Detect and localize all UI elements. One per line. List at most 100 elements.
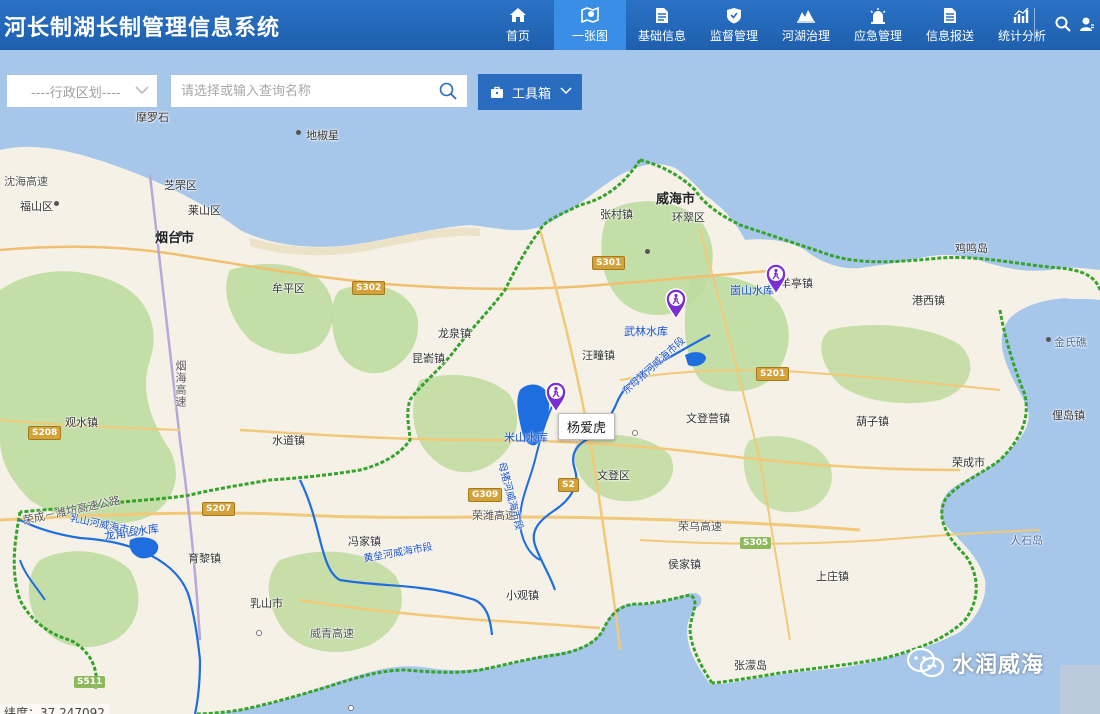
nav-supervision[interactable]: 监督管理 xyxy=(698,0,770,50)
place-dot xyxy=(178,231,183,236)
nav-info-report[interactable]: 信息报送 xyxy=(914,0,986,50)
place-label: 侯家镇 xyxy=(668,558,701,571)
user-icon xyxy=(1080,17,1094,31)
place-label: 文登区 xyxy=(597,469,630,482)
place-dot xyxy=(348,705,354,711)
road-shield: S201 xyxy=(756,367,790,381)
search-icon[interactable] xyxy=(439,82,457,104)
place-label: 张濛岛 xyxy=(734,659,767,672)
report-icon xyxy=(940,6,960,24)
home-icon xyxy=(508,6,528,24)
main-nav: 首页 一张图 基础信息 监督管理 河湖治理 应急管理 信息报送 统计分析 xyxy=(482,0,1058,50)
nav-label: 应急管理 xyxy=(853,29,902,43)
nav-label: 河湖治理 xyxy=(781,29,830,43)
highway-label: 威青高速 xyxy=(310,627,354,640)
location-pin-icon xyxy=(665,288,687,320)
place-label: 人石岛 xyxy=(1010,534,1043,547)
shield-icon xyxy=(724,6,744,24)
place-label: 鸡鸣岛 xyxy=(955,242,988,255)
location-pin-icon xyxy=(545,381,567,413)
place-dot xyxy=(54,201,59,206)
search-box xyxy=(170,74,468,108)
place-dot xyxy=(632,430,638,436)
place-label: 芝罘区 xyxy=(164,179,197,192)
road-shield: S511 xyxy=(74,676,106,688)
road-shield: G309 xyxy=(468,488,503,502)
road-shield: S301 xyxy=(592,256,626,270)
nav-river-governance[interactable]: 河湖治理 xyxy=(770,0,842,50)
place-label: 摩罗石 xyxy=(136,111,169,124)
toolbox-button[interactable]: 工具箱 xyxy=(478,74,582,110)
nav-label: 首页 xyxy=(505,29,530,43)
app-header: 河长制湖长制管理信息系统 首页 一张图 基础信息 监督管理 河湖治理 应急管理 … xyxy=(0,0,1100,50)
header-search-button[interactable] xyxy=(1052,13,1074,35)
place-label: 牟平区 xyxy=(272,282,305,295)
highway-label: 沈海高速 xyxy=(4,175,48,188)
nav-label: 统计分析 xyxy=(997,29,1046,43)
river-chief-marker[interactable] xyxy=(764,263,788,295)
road-shield: S208 xyxy=(28,426,62,440)
nav-label: 监督管理 xyxy=(709,29,758,43)
place-label: 金氏礁 xyxy=(1054,336,1087,349)
place-label: 俚岛镇 xyxy=(1052,409,1085,422)
nav-emergency[interactable]: 应急管理 xyxy=(842,0,914,50)
search-icon xyxy=(1055,16,1071,32)
place-label: 乳山市 xyxy=(250,597,283,610)
city-label: 威海市 xyxy=(656,192,696,207)
place-label: 观水镇 xyxy=(65,416,98,429)
place-dot xyxy=(1046,337,1051,342)
place-label: 水道镇 xyxy=(272,434,305,447)
wechat-icon xyxy=(906,647,945,678)
highway-label: 荣乌高速 xyxy=(678,520,722,533)
map-canvas[interactable]: 摩罗石 地椒星 沈海高速 芝罘区 福山区 莱山区 烟台市 牟平区 龙泉镇 昆嵛镇… xyxy=(0,50,1100,714)
search-input[interactable] xyxy=(181,76,431,106)
river-chief-marker[interactable] xyxy=(664,288,688,320)
place-label: 地椒星 xyxy=(306,129,339,142)
document-icon xyxy=(652,6,672,24)
road-shield: S207 xyxy=(202,502,236,516)
header-user-button[interactable] xyxy=(1076,13,1098,35)
marker-tooltip: 杨爱虎 xyxy=(558,413,616,440)
highway-label: 烟海高速 xyxy=(174,360,187,408)
place-dot xyxy=(296,130,301,135)
place-label: 莱山区 xyxy=(188,204,221,217)
chevron-down-icon xyxy=(560,87,572,95)
place-dot xyxy=(256,630,262,636)
river-chief-marker[interactable] xyxy=(544,381,568,413)
place-label: 小观镇 xyxy=(506,589,539,602)
nav-map[interactable]: 一张图 xyxy=(554,0,626,50)
place-label: 文登营镇 xyxy=(686,412,730,425)
city-label: 烟台市 xyxy=(155,231,195,246)
nav-label: 一张图 xyxy=(571,29,608,43)
place-label: 环翠区 xyxy=(672,211,705,224)
place-label: 荣成市 xyxy=(952,456,985,469)
place-label: 葫子镇 xyxy=(856,415,889,428)
river-icon xyxy=(796,6,816,24)
nav-label: 基础信息 xyxy=(637,29,686,43)
alarm-light-icon xyxy=(868,6,888,24)
watermark: 水润威海 xyxy=(906,646,1044,680)
watermark-text: 水润威海 xyxy=(952,653,1045,678)
road-shield: S305 xyxy=(740,537,772,549)
district-select[interactable]: ----行政区划---- xyxy=(6,74,158,108)
nav-label: 信息报送 xyxy=(925,29,974,43)
district-select-value: ----行政区划---- xyxy=(31,85,121,101)
road-shield: S302 xyxy=(352,281,386,295)
map-pin-icon xyxy=(580,6,600,24)
place-label: 汪疃镇 xyxy=(582,349,615,362)
coordinate-readout: 纬度：37.247092 xyxy=(0,704,109,714)
toolbox-label: 工具箱 xyxy=(512,86,552,102)
place-label: 育黎镇 xyxy=(188,552,221,565)
location-pin-icon xyxy=(765,263,787,295)
app-title: 河长制湖长制管理信息系统 xyxy=(4,16,281,41)
place-label: 龙泉镇 xyxy=(438,327,471,340)
chevron-down-icon xyxy=(135,86,149,95)
place-label: 港西镇 xyxy=(912,294,945,307)
place-dot xyxy=(645,249,650,254)
nav-basic-info[interactable]: 基础信息 xyxy=(626,0,698,50)
nav-statistics[interactable]: 统计分析 xyxy=(986,0,1058,50)
map-controls: ----行政区划---- 工具箱 xyxy=(0,74,1100,110)
place-label: 上庄镇 xyxy=(816,570,849,583)
header-divider xyxy=(1034,8,1035,42)
nav-home[interactable]: 首页 xyxy=(482,0,554,50)
